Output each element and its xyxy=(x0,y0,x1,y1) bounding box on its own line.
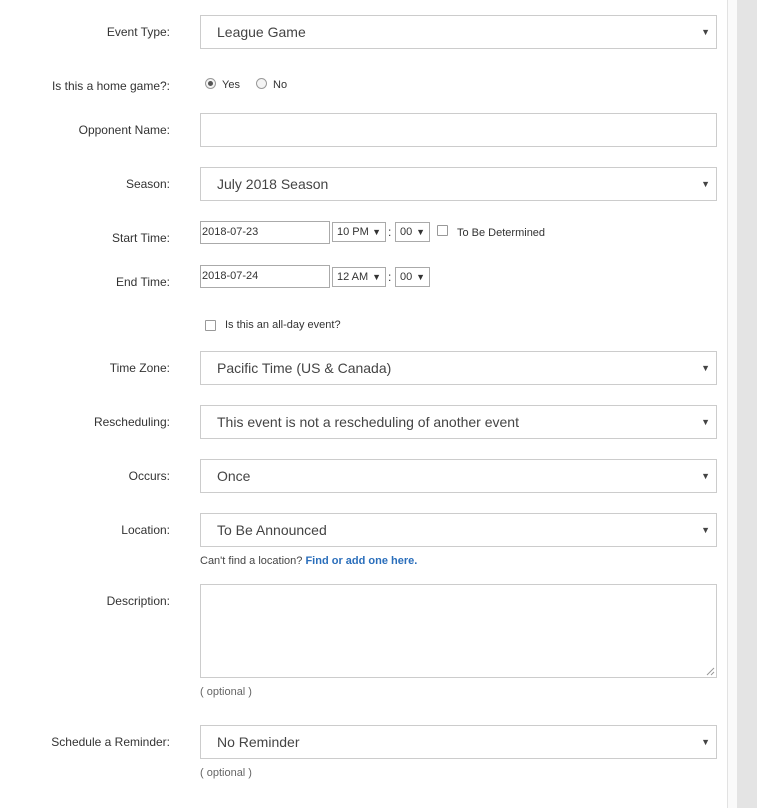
start-time-label: Start Time: xyxy=(111,231,170,245)
page-scroll-edge xyxy=(727,0,757,808)
chevron-down-icon: ▼ xyxy=(372,272,381,282)
all-day-checkbox[interactable] xyxy=(205,320,216,331)
chevron-down-icon: ▼ xyxy=(372,227,381,237)
occurs-value: Once xyxy=(217,468,251,484)
location-help-text: Can't find a location? xyxy=(200,555,303,567)
resize-grip-icon[interactable] xyxy=(706,667,715,676)
chevron-down-icon: ▼ xyxy=(701,525,710,535)
location-select[interactable]: To Be Announced ▼ xyxy=(200,513,717,547)
rescheduling-label: Rescheduling: xyxy=(93,415,170,429)
time-zone-label: Time Zone: xyxy=(109,361,170,375)
end-time-colon: : xyxy=(388,270,392,284)
chevron-down-icon: ▼ xyxy=(701,737,710,747)
home-game-no-label: No xyxy=(273,79,288,91)
chevron-down-icon: ▼ xyxy=(701,27,710,37)
start-minute-value: 00 xyxy=(400,226,413,238)
time-zone-value: Pacific Time (US & Canada) xyxy=(217,360,392,376)
start-date-input[interactable]: 2018-07-23 xyxy=(200,221,330,244)
find-location-link[interactable]: Find or add one here. xyxy=(305,555,417,567)
to-be-determined-checkbox[interactable] xyxy=(437,225,448,236)
home-game-no-radio[interactable] xyxy=(256,78,267,89)
chevron-down-icon: ▼ xyxy=(701,363,710,373)
start-time-colon: : xyxy=(388,225,392,239)
description-label: Description: xyxy=(106,594,170,608)
opponent-name-label: Opponent Name: xyxy=(78,123,170,137)
chevron-down-icon: ▼ xyxy=(416,227,425,237)
chevron-down-icon: ▼ xyxy=(701,471,710,481)
event-type-value: League Game xyxy=(217,24,306,40)
end-hour-value: 12 AM xyxy=(337,271,369,283)
chevron-down-icon: ▼ xyxy=(416,272,425,282)
opponent-name-input[interactable] xyxy=(200,113,717,147)
rescheduling-select[interactable]: This event is not a rescheduling of anot… xyxy=(200,405,717,439)
season-value: July 2018 Season xyxy=(217,176,329,192)
time-zone-select[interactable]: Pacific Time (US & Canada) ▼ xyxy=(200,351,717,385)
end-time-label: End Time: xyxy=(115,275,170,289)
chevron-down-icon: ▼ xyxy=(701,417,710,427)
end-hour-select[interactable]: 12 AM ▼ xyxy=(332,267,386,287)
season-label: Season: xyxy=(125,177,170,191)
rescheduling-value: This event is not a rescheduling of anot… xyxy=(217,414,519,430)
location-value: To Be Announced xyxy=(217,522,327,538)
reminder-label: Schedule a Reminder: xyxy=(51,735,170,749)
end-minute-value: 00 xyxy=(400,271,413,283)
event-type-label: Event Type: xyxy=(106,25,170,39)
all-day-label: Is this an all-day event? xyxy=(225,319,341,331)
start-hour-value: 10 PM xyxy=(337,226,369,238)
occurs-select[interactable]: Once ▼ xyxy=(200,459,717,493)
location-label: Location: xyxy=(121,523,170,537)
end-date-input[interactable]: 2018-07-24 xyxy=(200,265,330,288)
event-type-select[interactable]: League Game ▼ xyxy=(200,15,717,49)
location-help: Can't find a location? Find or add one h… xyxy=(200,555,417,567)
chevron-down-icon: ▼ xyxy=(701,179,710,189)
end-minute-select[interactable]: 00 ▼ xyxy=(395,267,430,287)
start-hour-select[interactable]: 10 PM ▼ xyxy=(332,222,386,242)
reminder-value: No Reminder xyxy=(217,734,300,750)
to-be-determined-label: To Be Determined xyxy=(457,227,546,239)
occurs-label: Occurs: xyxy=(128,469,170,483)
season-select[interactable]: July 2018 Season ▼ xyxy=(200,167,717,201)
description-textarea[interactable] xyxy=(200,584,717,678)
description-optional-hint: ( optional ) xyxy=(200,686,252,698)
home-game-yes-radio[interactable] xyxy=(205,78,216,89)
home-game-yes-label: Yes xyxy=(222,79,240,91)
start-minute-select[interactable]: 00 ▼ xyxy=(395,222,430,242)
home-game-label: Is this a home game?: xyxy=(51,79,170,93)
reminder-select[interactable]: No Reminder ▼ xyxy=(200,725,717,759)
reminder-optional-hint: ( optional ) xyxy=(200,767,252,779)
